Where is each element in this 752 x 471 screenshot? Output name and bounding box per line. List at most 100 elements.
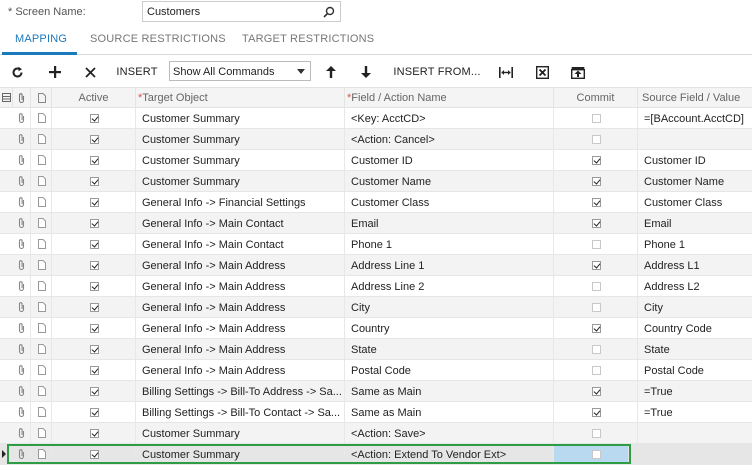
source-field-cell[interactable]: Phone 1 — [638, 234, 752, 254]
field-action-cell[interactable]: City — [345, 297, 554, 317]
tab-source-restrictions[interactable]: SOURCE RESTRICTIONS — [90, 33, 226, 45]
note-cell[interactable] — [31, 150, 52, 170]
commit-checkbox[interactable] — [592, 324, 601, 333]
active-checkbox[interactable] — [90, 114, 99, 123]
source-field-cell[interactable]: =[BAccount.AcctCD] — [638, 108, 752, 128]
table-row[interactable]: General Info -> Main Contact Phone 1 Phone… — [0, 234, 752, 255]
target-object-cell[interactable]: General Info -> Financial Settings — [136, 192, 345, 212]
active-checkbox[interactable] — [90, 345, 99, 354]
attachment-cell[interactable] — [13, 318, 31, 338]
add-row-button[interactable] — [46, 58, 64, 86]
target-object-cell[interactable]: Customer Summary — [136, 423, 345, 443]
active-checkbox[interactable] — [90, 324, 99, 333]
table-row[interactable]: General Info -> Main Address State State — [0, 339, 752, 360]
insert-from-button[interactable]: INSERT FROM... — [391, 58, 483, 86]
commit-checkbox[interactable] — [592, 282, 601, 291]
field-action-cell[interactable]: <Key: AcctCD> — [345, 108, 554, 128]
table-row[interactable]: Customer Summary Customer Name Customer Na… — [0, 171, 752, 192]
field-action-cell[interactable]: Customer Name — [345, 171, 554, 191]
note-cell[interactable] — [31, 129, 52, 149]
table-row[interactable]: Customer Summary <Key: AcctCD> =[BAccount.… — [0, 108, 752, 129]
note-cell[interactable] — [31, 297, 52, 317]
source-field-cell[interactable]: Country Code — [638, 318, 752, 338]
source-field-cell[interactable]: Address L2 — [638, 276, 752, 296]
commit-checkbox[interactable] — [592, 366, 601, 375]
active-checkbox[interactable] — [90, 366, 99, 375]
note-cell[interactable] — [31, 234, 52, 254]
target-object-cell[interactable]: Billing Settings -> Bill-To Address -> S… — [136, 381, 345, 401]
field-action-cell[interactable]: <Action: Extend To Vendor Ext> — [345, 444, 554, 464]
note-cell[interactable] — [31, 108, 52, 128]
commit-checkbox[interactable] — [592, 387, 601, 396]
note-cell[interactable] — [31, 171, 52, 191]
note-cell[interactable] — [31, 276, 52, 296]
active-checkbox[interactable] — [90, 282, 99, 291]
table-row[interactable]: Customer Summary <Action: Save> — [0, 423, 752, 444]
active-checkbox[interactable] — [90, 198, 99, 207]
table-row[interactable]: Customer Summary <Action: Cancel> — [0, 129, 752, 150]
target-object-cell[interactable]: Billing Settings -> Bill-To Contact -> S… — [136, 402, 345, 422]
commit-checkbox[interactable] — [592, 135, 601, 144]
target-object-cell[interactable]: General Info -> Main Contact — [136, 213, 345, 233]
source-field-cell[interactable]: Email — [638, 213, 752, 233]
attachment-cell[interactable] — [13, 423, 31, 443]
table-row[interactable]: General Info -> Main Address City City — [0, 297, 752, 318]
note-cell[interactable] — [31, 339, 52, 359]
header-commit[interactable]: Commit — [554, 88, 638, 108]
attachment-cell[interactable] — [13, 108, 31, 128]
attachment-cell[interactable] — [13, 360, 31, 380]
attachment-cell[interactable] — [13, 192, 31, 212]
commit-checkbox[interactable] — [592, 156, 601, 165]
header-active[interactable]: Active — [52, 88, 136, 108]
field-action-cell[interactable]: <Action: Save> — [345, 423, 554, 443]
table-row[interactable]: Customer Summary Customer ID Customer ID — [0, 150, 752, 171]
target-object-cell[interactable]: Customer Summary — [136, 129, 345, 149]
source-field-cell[interactable]: Customer Name — [638, 171, 752, 191]
active-checkbox[interactable] — [90, 408, 99, 417]
table-row[interactable]: General Info -> Main Address Country Count… — [0, 318, 752, 339]
commit-checkbox[interactable] — [592, 303, 601, 312]
source-field-cell[interactable]: Customer Class — [638, 192, 752, 212]
attachment-cell[interactable] — [13, 129, 31, 149]
attachment-cell[interactable] — [13, 276, 31, 296]
attachment-cell[interactable] — [13, 150, 31, 170]
field-action-cell[interactable]: <Action: Cancel> — [345, 129, 554, 149]
active-checkbox[interactable] — [90, 219, 99, 228]
table-row[interactable]: Customer Summary <Action: Extend To Vendo… — [0, 444, 752, 465]
note-cell[interactable] — [31, 381, 52, 401]
table-row[interactable]: General Info -> Main Contact Email Email — [0, 213, 752, 234]
upload-button[interactable] — [569, 58, 587, 86]
active-checkbox[interactable] — [90, 387, 99, 396]
tab-mapping[interactable]: MAPPING — [15, 33, 67, 45]
field-action-cell[interactable]: State — [345, 339, 554, 359]
target-object-cell[interactable]: General Info -> Main Address — [136, 339, 345, 359]
attachment-cell[interactable] — [13, 339, 31, 359]
source-field-cell[interactable]: City — [638, 297, 752, 317]
active-checkbox[interactable] — [90, 240, 99, 249]
source-field-cell[interactable]: =True — [638, 402, 752, 422]
field-action-cell[interactable]: Postal Code — [345, 360, 554, 380]
refresh-button[interactable] — [8, 58, 26, 86]
target-object-cell[interactable]: Customer Summary — [136, 150, 345, 170]
table-row[interactable]: Billing Settings -> Bill-To Contact -> S… — [0, 402, 752, 423]
header-row-selector[interactable] — [0, 88, 13, 108]
field-action-cell[interactable]: Same as Main — [345, 381, 554, 401]
note-cell[interactable] — [31, 423, 52, 443]
commit-checkbox[interactable] — [592, 261, 601, 270]
source-field-cell[interactable] — [638, 444, 752, 464]
target-object-cell[interactable]: General Info -> Main Address — [136, 360, 345, 380]
note-cell[interactable] — [31, 402, 52, 422]
note-cell[interactable] — [31, 444, 52, 464]
commit-checkbox[interactable] — [592, 450, 601, 459]
table-row[interactable]: General Info -> Financial Settings Custom… — [0, 192, 752, 213]
commit-checkbox[interactable] — [592, 240, 601, 249]
commit-checkbox[interactable] — [592, 114, 601, 123]
source-field-cell[interactable]: =True — [638, 381, 752, 401]
commit-checkbox[interactable] — [592, 345, 601, 354]
field-action-cell[interactable]: Address Line 2 — [345, 276, 554, 296]
tab-target-restrictions[interactable]: TARGET RESTRICTIONS — [242, 33, 374, 45]
target-object-cell[interactable]: Customer Summary — [136, 171, 345, 191]
attachment-cell[interactable] — [13, 234, 31, 254]
attachment-cell[interactable] — [13, 213, 31, 233]
note-cell[interactable] — [31, 255, 52, 275]
